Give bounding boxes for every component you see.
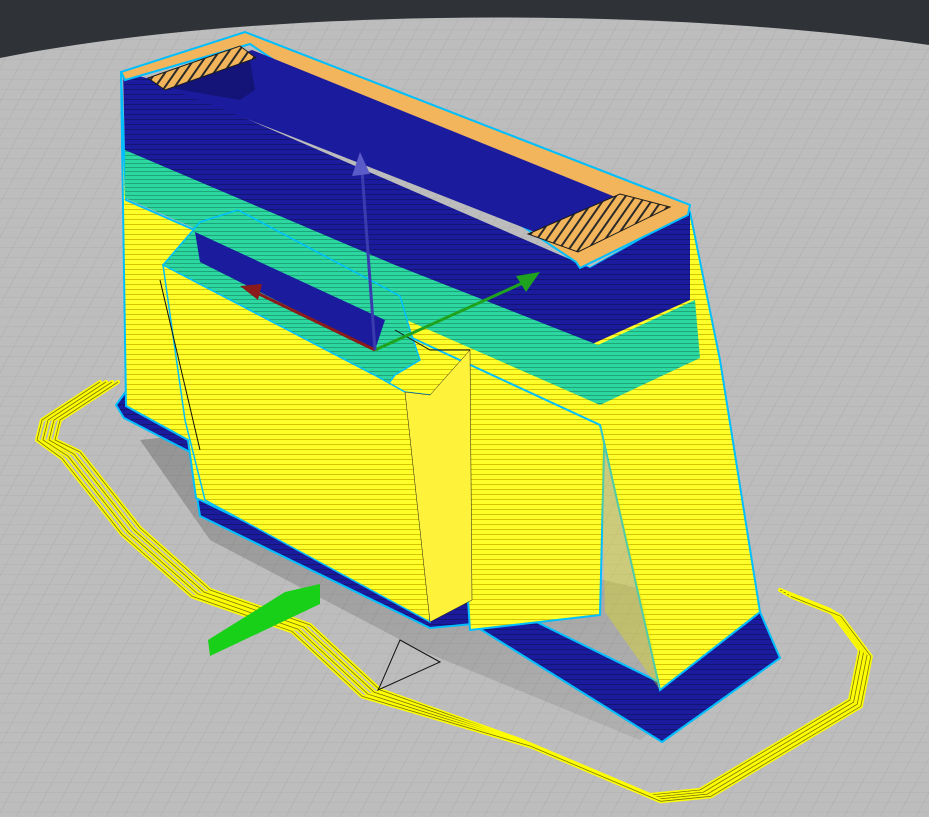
3d-viewport[interactable] xyxy=(0,0,929,817)
scene-svg[interactable] xyxy=(0,0,929,817)
